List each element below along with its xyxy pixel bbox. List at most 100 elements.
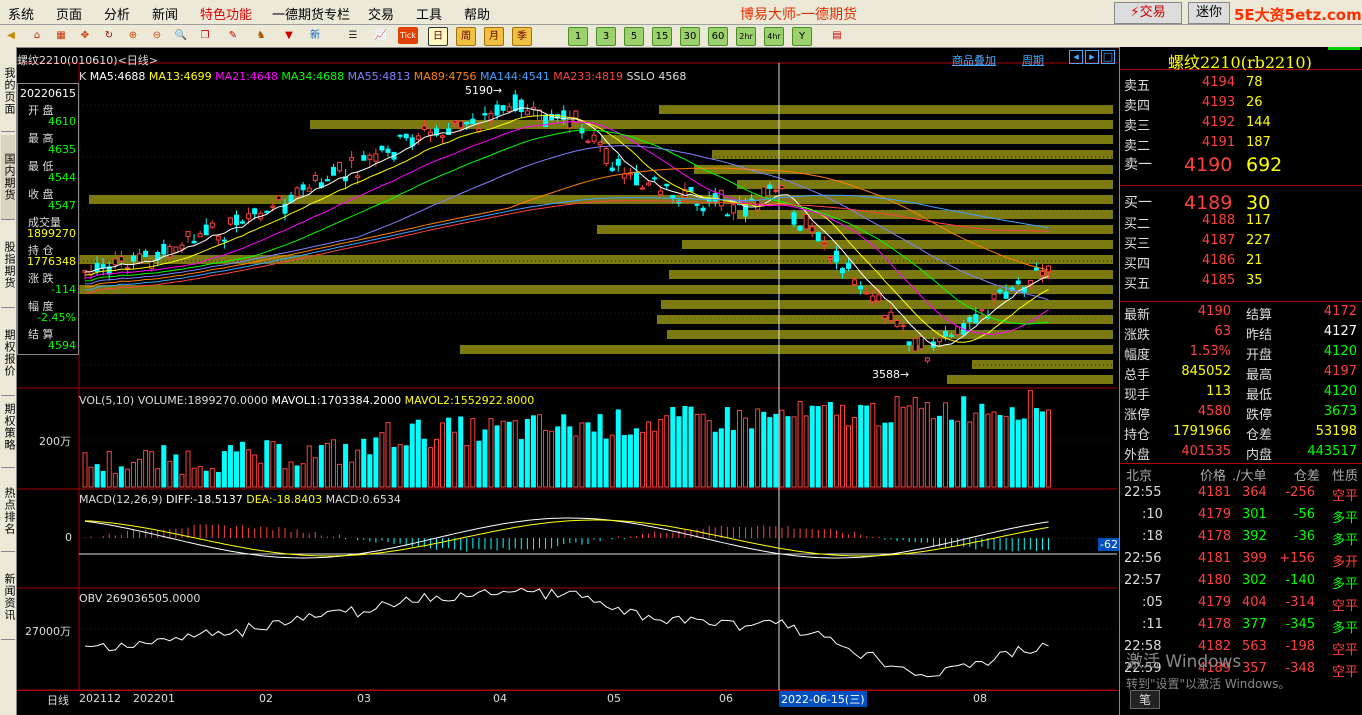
menu-news[interactable]: 新闻 bbox=[152, 4, 178, 23]
volume-bar bbox=[803, 415, 809, 488]
line-chart-icon[interactable]: 📈 bbox=[372, 27, 390, 44]
period-15min[interactable]: 15 bbox=[652, 27, 672, 46]
volume-bar bbox=[227, 445, 233, 488]
trade-button[interactable]: ⚡交易 bbox=[1114, 2, 1182, 24]
overlay-link[interactable]: 商品叠加 bbox=[952, 52, 996, 68]
volume-bar bbox=[621, 435, 627, 488]
candle-body bbox=[1046, 265, 1052, 273]
candle-body bbox=[524, 110, 530, 116]
period-3min[interactable]: 3 bbox=[596, 27, 616, 46]
book-price: 4189 bbox=[1184, 192, 1233, 214]
candle-body bbox=[130, 255, 136, 262]
info-value: 1899270 bbox=[27, 227, 76, 240]
menu-yide-column[interactable]: 一德期货专栏 bbox=[272, 4, 350, 23]
book-volume: 692 bbox=[1246, 154, 1283, 176]
notes-icon[interactable]: ▤ bbox=[828, 27, 846, 44]
volume-bar bbox=[936, 415, 942, 488]
period-1min[interactable]: 1 bbox=[568, 27, 588, 46]
period-week[interactable]: 周 bbox=[456, 27, 476, 46]
volume-bar bbox=[700, 413, 706, 488]
filter-icon[interactable]: ▼ bbox=[280, 27, 298, 44]
period-60min[interactable]: 60 bbox=[708, 27, 728, 46]
ma-legend-item: MA21:4648 bbox=[211, 70, 278, 83]
nav-hot-rank[interactable]: 热点排名 bbox=[1, 471, 16, 552]
volume-bar bbox=[415, 419, 421, 488]
pen-icon[interactable]: ✎ bbox=[224, 27, 242, 44]
chart-type-icon[interactable]: ▦ bbox=[52, 27, 70, 44]
nav-option-quote[interactable]: 期权报价 bbox=[1, 311, 16, 396]
volume-bar bbox=[906, 405, 912, 488]
window-icon[interactable]: ❐ bbox=[196, 27, 214, 44]
home-icon[interactable]: ⌂ bbox=[28, 27, 46, 44]
nav-domestic-futures[interactable]: 国内期货 bbox=[1, 135, 16, 220]
period-quarter[interactable]: 季 bbox=[512, 27, 532, 46]
zoom-in-icon[interactable]: ⊕ bbox=[124, 27, 142, 44]
menu-system[interactable]: 系统 bbox=[8, 4, 34, 23]
period-day[interactable]: 日 bbox=[428, 27, 448, 46]
volume-bar bbox=[367, 454, 373, 488]
candle-body bbox=[809, 226, 815, 233]
candle-body bbox=[209, 222, 215, 228]
ma-legend-item: SSLO 4568 bbox=[622, 70, 687, 83]
menu-analysis[interactable]: 分析 bbox=[104, 4, 130, 23]
volume-bar bbox=[882, 422, 888, 488]
info-value: 4635 bbox=[48, 143, 76, 156]
volume-bar bbox=[1046, 409, 1052, 488]
zoom-out-icon[interactable]: ⊖ bbox=[148, 27, 166, 44]
candle-body bbox=[288, 194, 294, 203]
refresh-icon[interactable]: ↻ bbox=[100, 27, 118, 44]
new-icon[interactable]: 新 bbox=[306, 27, 324, 44]
period-30min[interactable]: 30 bbox=[680, 27, 700, 46]
drag-icon[interactable]: ✥ bbox=[76, 27, 94, 44]
book-price: 4188 bbox=[1202, 213, 1236, 228]
period-link[interactable]: 周期 bbox=[1022, 52, 1044, 68]
period-5min[interactable]: 5 bbox=[624, 27, 644, 46]
menu-trade[interactable]: 交易 bbox=[368, 4, 394, 23]
info-label: 涨 跌 bbox=[28, 272, 54, 285]
bell-icon[interactable]: ♞ bbox=[252, 27, 270, 44]
stat-label: 总手 bbox=[1124, 368, 1151, 383]
candle-body bbox=[112, 258, 118, 266]
maximize-icon[interactable]: □ bbox=[1101, 50, 1115, 64]
menu-special[interactable]: 特色功能 bbox=[200, 4, 252, 23]
nav-option-strategy[interactable]: 期权策略 bbox=[1, 387, 16, 468]
volume-bar bbox=[779, 409, 785, 488]
volume-bar bbox=[482, 429, 488, 488]
list-icon[interactable]: ☰ bbox=[344, 27, 362, 44]
period-month[interactable]: 月 bbox=[484, 27, 504, 46]
volume-bar bbox=[1015, 419, 1021, 488]
candle-body bbox=[894, 319, 900, 327]
volume-bar bbox=[518, 439, 524, 488]
low-marker: 3588→ bbox=[872, 368, 910, 381]
book-volume: 187 bbox=[1246, 135, 1271, 150]
macd-value: MACD:0.6534 bbox=[325, 493, 401, 506]
tick-volume: 399 bbox=[1242, 551, 1267, 566]
app-title: 博易大师-一德期货 bbox=[740, 7, 858, 23]
menu-help[interactable]: 帮助 bbox=[464, 4, 490, 23]
menu-tools[interactable]: 工具 bbox=[416, 4, 442, 23]
tick-header-vol: ./大单 bbox=[1232, 469, 1267, 484]
tick-button[interactable]: Tick bbox=[398, 27, 418, 44]
stat-label: 最新 bbox=[1124, 308, 1151, 323]
search-icon[interactable]: 🔍 bbox=[172, 27, 190, 44]
period-year[interactable]: Y bbox=[792, 27, 812, 46]
volume-bar bbox=[512, 420, 518, 488]
tab-ticks[interactable]: 笔 bbox=[1130, 690, 1161, 709]
volume-bar bbox=[870, 402, 876, 488]
nav-index-futures[interactable]: 股指期货 bbox=[1, 223, 16, 308]
mini-button[interactable]: 迷你 bbox=[1188, 2, 1230, 24]
nav-my-page[interactable]: 我的页面 bbox=[1, 51, 16, 132]
volume-bar bbox=[561, 414, 567, 488]
candle-body bbox=[991, 293, 997, 300]
volume-bar bbox=[706, 420, 712, 488]
next-icon[interactable]: ▸ bbox=[1085, 50, 1099, 64]
chart-canvas[interactable] bbox=[17, 47, 1117, 715]
period-2hr[interactable]: 2hr bbox=[736, 27, 756, 46]
kline-chart-area[interactable]: 螺纹2210(010610)<日线> 商品叠加 周期 ◂ ▸ □ K MA5:4… bbox=[17, 47, 1120, 715]
period-4hr[interactable]: 4hr bbox=[764, 27, 784, 46]
nav-news[interactable]: 新闻资讯 bbox=[1, 555, 16, 640]
prev-icon[interactable]: ◂ bbox=[1069, 50, 1083, 64]
back-icon[interactable]: ◀ bbox=[2, 27, 20, 44]
menu-page[interactable]: 页面 bbox=[56, 4, 82, 23]
candle-body bbox=[191, 240, 197, 244]
